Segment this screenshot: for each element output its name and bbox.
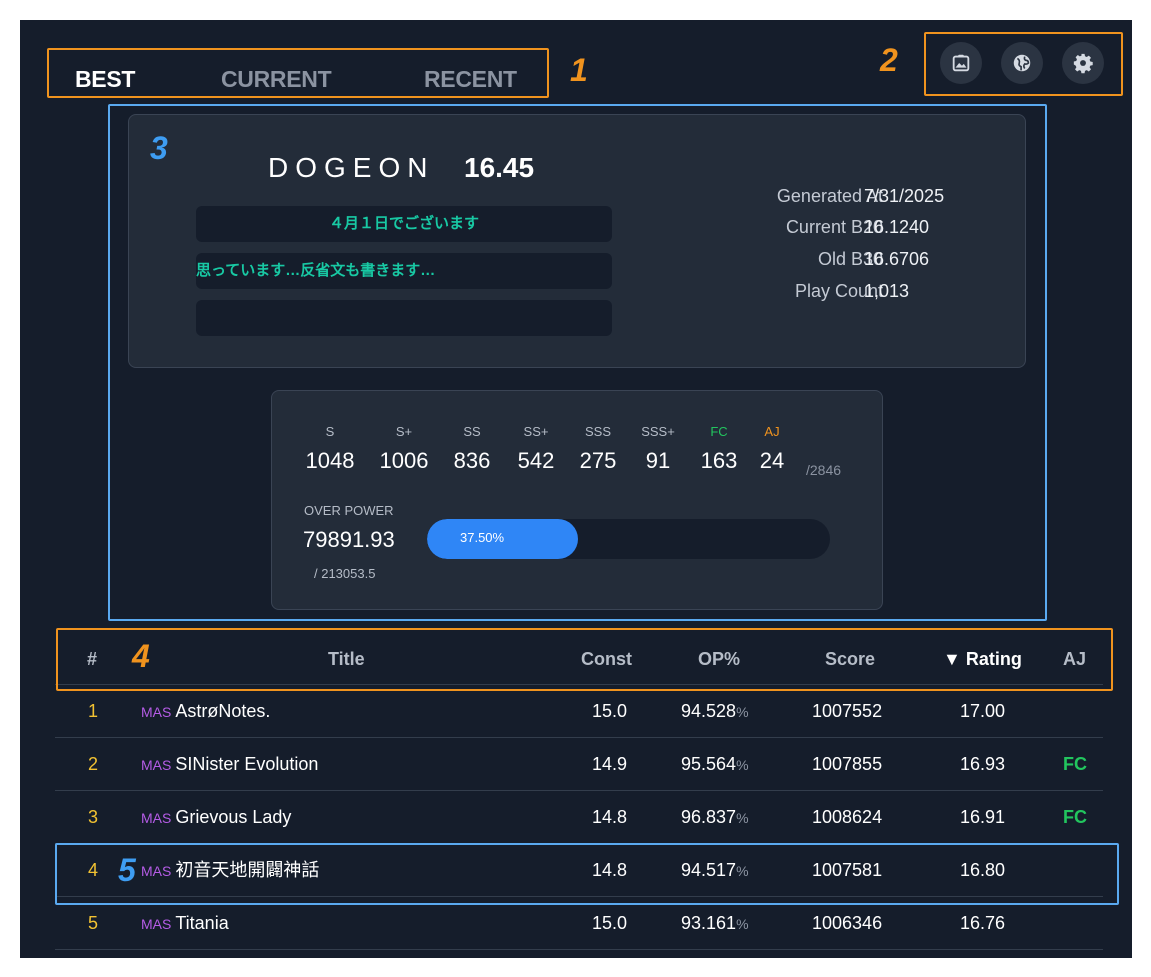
row-op-unit: % [736, 916, 749, 932]
annotation-number-3: 3 [150, 130, 168, 166]
annotation-box-table-header [56, 628, 1113, 691]
row-title-cell: MAS Grievous Lady [141, 791, 291, 845]
row-op-cell: 95.564% [681, 738, 749, 792]
annotation-number-4: 4 [132, 638, 150, 674]
row-rank: 3 [88, 807, 99, 827]
row-op-cell: 93.161% [681, 897, 749, 951]
row-op-unit: % [736, 757, 749, 773]
row-op-cell: 94.528% [681, 685, 749, 739]
table-row[interactable]: 3 MAS Grievous Lady 14.8 96.837% 1008624 … [55, 791, 1103, 844]
row-title-cell: MAS AstrøNotes. [141, 685, 270, 739]
difficulty-badge: MAS [141, 757, 172, 773]
row-const: 14.8 [592, 807, 628, 827]
annotation-number-1: 1 [570, 52, 588, 88]
row-op: 95.564 [681, 754, 737, 774]
row-const: 15.0 [592, 701, 628, 721]
row-const: 14.9 [592, 754, 628, 774]
table-row[interactable]: 2 MAS SINister Evolution 14.9 95.564% 100… [55, 738, 1103, 791]
annotation-number-2: 2 [880, 42, 898, 78]
song-title: Titania [175, 913, 229, 933]
annotation-box-icons [924, 32, 1123, 96]
row-score: 1007552 [812, 701, 883, 721]
row-op: 94.528 [681, 701, 737, 721]
annotation-number-5: 5 [118, 852, 136, 888]
difficulty-badge: MAS [141, 916, 172, 932]
difficulty-badge: MAS [141, 810, 172, 826]
difficulty-badge: MAS [141, 704, 172, 720]
song-title: SINister Evolution [175, 754, 319, 774]
row-op-unit: % [736, 810, 749, 826]
row-rank: 2 [88, 754, 99, 774]
row-rating: 17.00 [960, 701, 1006, 721]
row-aj: FC [1063, 754, 1087, 774]
song-title: Grievous Lady [175, 807, 292, 827]
row-op-unit: % [736, 704, 749, 720]
annotation-box-profile [108, 104, 1047, 621]
row-op: 96.837 [681, 807, 737, 827]
row-score: 1007855 [812, 754, 883, 774]
table-row[interactable]: 1 MAS AstrøNotes. 15.0 94.528% 1007552 17… [55, 685, 1103, 738]
row-rating: 16.93 [960, 754, 1006, 774]
annotation-box-row [55, 843, 1119, 905]
row-title-cell: MAS Titania [141, 897, 229, 951]
annotation-box-tabs [47, 48, 549, 98]
row-op-cell: 96.837% [681, 791, 749, 845]
row-aj: FC [1063, 807, 1087, 827]
row-score: 1008624 [812, 807, 883, 827]
row-rating: 16.91 [960, 807, 1006, 827]
row-rank: 1 [88, 701, 99, 721]
row-op: 93.161 [681, 913, 737, 933]
song-title: AstrøNotes. [175, 701, 271, 721]
row-title-cell: MAS SINister Evolution [141, 738, 318, 792]
